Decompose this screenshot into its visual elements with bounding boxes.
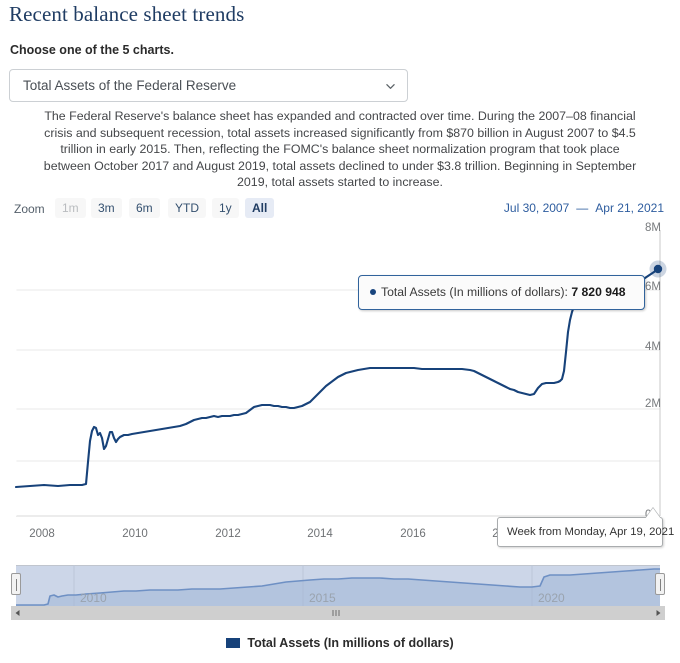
zoom-range-selector: Zoom 1m 3m 6m YTD 1y All Jul 30, 2007 — Ap…: [14, 198, 664, 222]
y-axis-tick-6m: 6M: [645, 281, 661, 293]
chart-description: The Federal Reserve's balance sheet has …: [43, 109, 637, 190]
chart-select[interactable]: Total Assets of the Federal Reserve: [9, 69, 408, 102]
chart-legend: Total Assets (In millions of dollars): [0, 634, 680, 652]
x-axis-tick-2010: 2010: [122, 528, 148, 540]
navigator-tick-2010: 2010: [80, 591, 107, 605]
series-point-last: [653, 264, 663, 274]
scrollbar-thumb[interactable]: [25, 606, 651, 620]
navigator-handle-right[interactable]: [655, 573, 665, 595]
range-button-3m[interactable]: 3m: [91, 198, 122, 218]
y-axis-tick-4m: 4M: [645, 341, 661, 353]
handle-grip-icon: [16, 579, 17, 591]
chart-navigator[interactable]: 2010 2015 2020: [11, 565, 665, 610]
series-tooltip-content: Total Assets (In millions of dollars): 7…: [370, 285, 626, 299]
chart-gridlines: [16, 289, 660, 517]
series-dot-icon: [370, 288, 376, 295]
legend-item-label: Total Assets (In millions of dollars): [247, 636, 454, 650]
zoom-label: Zoom: [14, 202, 45, 216]
legend-swatch-icon: [226, 637, 241, 648]
y-axis-tick-8m: 8M: [645, 222, 661, 234]
navigator-scrollbar[interactable]: [11, 606, 665, 620]
chart-select-value: Total Assets of the Federal Reserve: [23, 78, 237, 93]
x-axis-tick-2008: 2008: [29, 528, 55, 540]
chevron-down-icon: [386, 82, 395, 91]
range-button-1y[interactable]: 1y: [212, 198, 239, 218]
range-button-1m[interactable]: 1m: [55, 198, 86, 218]
date-range-from[interactable]: Jul 30, 2007: [504, 201, 569, 215]
x-axis-tick-2014: 2014: [307, 528, 333, 540]
navigator-handle-left[interactable]: [11, 573, 21, 595]
handle-grip-icon: [660, 579, 661, 591]
x-axis-tick-2012: 2012: [215, 528, 241, 540]
range-button-ytd[interactable]: YTD: [168, 198, 206, 218]
crosshair-x-label-text: Week from Monday, Apr 19, 2021: [507, 526, 675, 538]
date-range-display: Jul 30, 2007 — Apr 21, 2021: [504, 201, 664, 215]
date-range-to[interactable]: Apr 21, 2021: [595, 201, 664, 215]
y-axis-tick-2m: 2M: [645, 398, 661, 410]
scrollbar-grip-icon: [332, 610, 344, 616]
series-tooltip-name: Total Assets (In millions of dollars):: [381, 285, 568, 299]
left-arrow-icon[interactable]: [11, 606, 25, 620]
chart-chooser-label: Choose one of the 5 charts.: [10, 43, 174, 57]
legend-item-total-assets[interactable]: Total Assets (In millions of dollars): [226, 636, 454, 650]
crosshair-x-label: Week from Monday, Apr 19, 2021: [497, 517, 674, 547]
right-arrow-icon[interactable]: [651, 606, 665, 620]
navigator-tick-2015: 2015: [309, 591, 336, 605]
range-button-all[interactable]: All: [245, 198, 275, 218]
page-title: Recent balance sheet trends: [9, 2, 245, 26]
range-button-6m[interactable]: 6m: [129, 198, 160, 218]
navigator-tick-2020: 2020: [538, 591, 565, 605]
date-range-dash: —: [576, 201, 589, 215]
chart-svg: [14, 230, 667, 517]
series-tooltip: Total Assets (In millions of dollars): 7…: [358, 275, 645, 310]
series-tooltip-value: 7 820 948: [571, 285, 626, 299]
crosshair-label-notch-icon: [645, 508, 661, 519]
chart-plot-area[interactable]: 8M 6M 4M 2M 0 2008 2010 2012 2014 2016 2…: [0, 222, 680, 540]
x-axis-tick-2016: 2016: [400, 528, 426, 540]
